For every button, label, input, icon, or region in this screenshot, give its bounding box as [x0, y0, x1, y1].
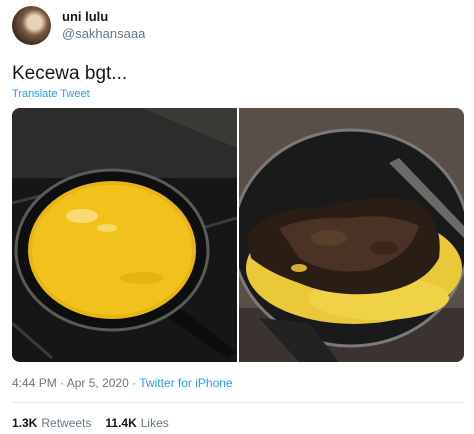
tweet-text: Kecewa bgt...: [12, 63, 128, 84]
tweet-meta: 4:44 PM · Apr 5, 2020 · Twitter for iPho…: [12, 376, 233, 390]
divider: [12, 402, 464, 403]
tweet-time[interactable]: 4:44 PM: [12, 376, 57, 390]
retweets-count: 1.3K: [12, 416, 38, 430]
meta-separator: ·: [132, 376, 137, 390]
likes-label: Likes: [140, 416, 169, 430]
tweet-header: uni lulu @sakhansaaa: [12, 6, 145, 45]
photo-burnt-egg-pan[interactable]: [239, 108, 464, 362]
likes-count: 11.4K: [105, 416, 137, 430]
likes-stat[interactable]: 11.4K Likes: [105, 416, 168, 430]
translate-tweet-link[interactable]: Translate Tweet: [12, 88, 90, 100]
tweet-media: [12, 108, 464, 362]
meta-separator: ·: [60, 376, 65, 390]
tweet-date[interactable]: Apr 5, 2020: [67, 376, 129, 390]
user-names: uni lulu @sakhansaaa: [62, 9, 145, 42]
retweets-label: Retweets: [41, 416, 92, 430]
retweets-stat[interactable]: 1.3K Retweets: [12, 416, 91, 430]
photo-raw-egg-pan[interactable]: [12, 108, 237, 362]
tweet-stats: 1.3K Retweets 11.4K Likes: [12, 416, 183, 430]
user-handle[interactable]: @sakhansaaa: [62, 25, 145, 42]
display-name[interactable]: uni lulu: [62, 9, 145, 25]
avatar[interactable]: [12, 6, 51, 45]
tweet-source[interactable]: Twitter for iPhone: [139, 376, 232, 390]
